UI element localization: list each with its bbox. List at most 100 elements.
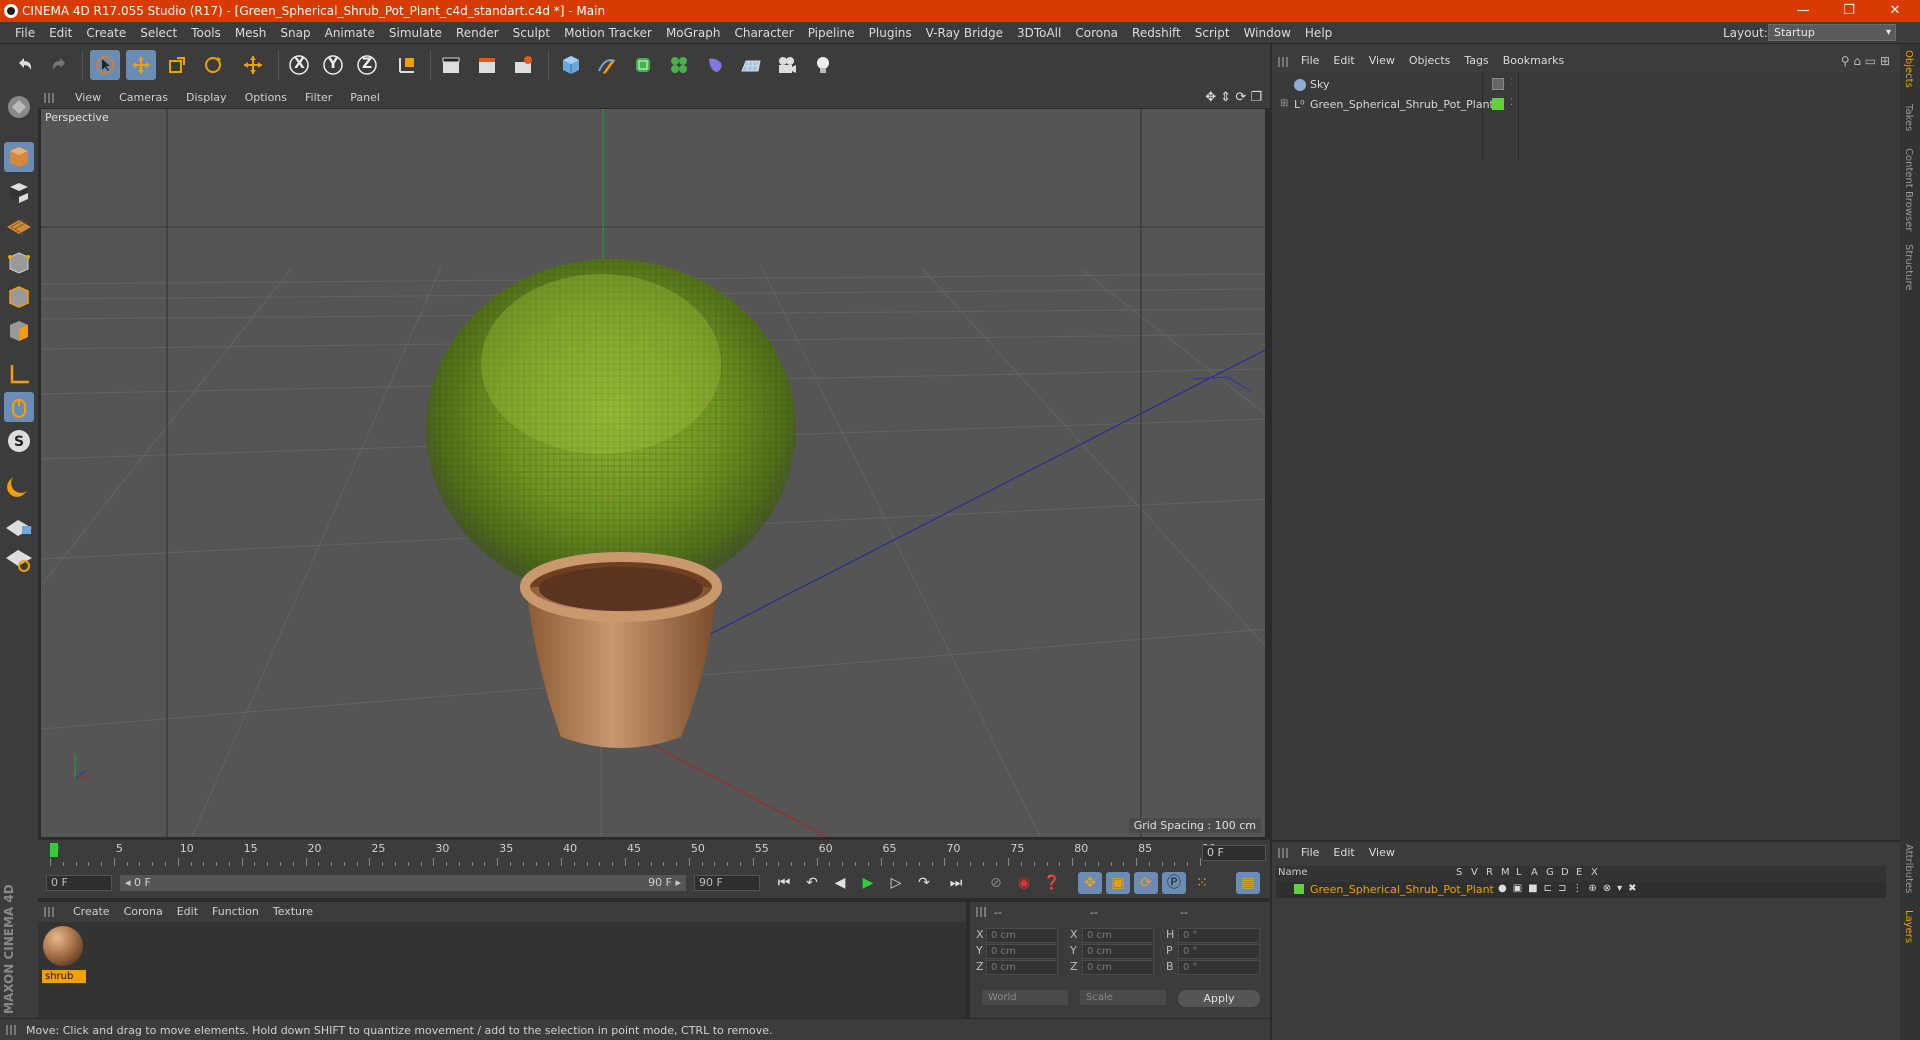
visibility-dots-icon[interactable]: ⁚ (1510, 78, 1513, 88)
key-parameter-button[interactable]: Ⓟ (1162, 872, 1186, 894)
viewport-menu-filter[interactable]: Filter (296, 91, 341, 104)
menu-window[interactable]: Window (1237, 26, 1298, 40)
menu-sculpt[interactable]: Sculpt (506, 26, 557, 40)
viewport-menu-cameras[interactable]: Cameras (110, 91, 177, 104)
3d-viewport[interactable]: Perspective Grid Spacing : 100 cm (40, 108, 1266, 838)
side-tab-attributes[interactable]: Attributes (1903, 844, 1914, 893)
menu-3dtoall[interactable]: 3DToAll (1010, 26, 1068, 40)
visibility-dots-icon[interactable]: ⁚ (1510, 98, 1513, 108)
layer-row[interactable]: Green_Spherical_Shrub_Pot_Plant ●▣■⊏⊐⋮⊕⊗… (1276, 882, 1886, 898)
menu-tools[interactable]: Tools (184, 26, 228, 40)
move-tool-button[interactable] (126, 50, 156, 80)
minimize-button[interactable]: — (1780, 0, 1826, 22)
size-y-field[interactable]: 0 cm (1082, 944, 1154, 959)
object-menu-bookmarks[interactable]: Bookmarks (1496, 54, 1571, 67)
object-menu-edit[interactable]: Edit (1326, 54, 1361, 67)
floor-button[interactable] (736, 50, 766, 80)
menu-select[interactable]: Select (133, 26, 184, 40)
axis-mode-button[interactable] (4, 360, 34, 390)
object-menu-objects[interactable]: Objects (1402, 54, 1458, 67)
render-view-button[interactable] (436, 50, 466, 80)
z-axis-button[interactable]: Z (352, 50, 382, 80)
viewport-menu-display[interactable]: Display (177, 91, 236, 104)
menu-v-ray-bridge[interactable]: V-Ray Bridge (919, 26, 1010, 40)
next-key-button[interactable]: ↷ (912, 872, 936, 894)
object-menu-tags[interactable]: Tags (1457, 54, 1495, 67)
viewport-menu-options[interactable]: Options (236, 91, 296, 104)
object-menu-view[interactable]: View (1362, 54, 1402, 67)
menu-animate[interactable]: Animate (318, 26, 382, 40)
key-position-button[interactable]: ✥ (1078, 872, 1102, 894)
size-x-field[interactable]: 0 cm (1082, 928, 1154, 943)
object-row-sky[interactable]: Sky ⁚ (1280, 76, 1880, 94)
camera-button[interactable] (772, 50, 802, 80)
live-selection-button[interactable] (90, 50, 120, 80)
rotation-p-field[interactable]: 0 ° (1178, 944, 1260, 959)
menu-pipeline[interactable]: Pipeline (801, 26, 862, 40)
start-frame-field[interactable]: 0 F (46, 875, 112, 891)
restore-button[interactable]: ❐ (1826, 0, 1872, 22)
auto-key-button[interactable]: ❓ (1040, 872, 1064, 894)
render-settings-button[interactable] (508, 50, 538, 80)
grid-snap-button[interactable] (4, 544, 34, 574)
y-axis-button[interactable]: Y (318, 50, 348, 80)
points-mode-button[interactable] (4, 248, 34, 278)
menu-mograph[interactable]: MoGraph (659, 26, 728, 40)
rotate-tool-button[interactable] (198, 50, 228, 80)
model-mode-button[interactable] (4, 142, 34, 172)
key-scale-button[interactable]: ▣ (1106, 872, 1130, 894)
current-frame-field[interactable]: 0 F (1202, 845, 1266, 861)
edges-mode-button[interactable] (4, 282, 34, 312)
layer-menu-edit[interactable]: Edit (1326, 846, 1361, 859)
position-y-field[interactable]: 0 cm (986, 944, 1058, 959)
material-menu-function[interactable]: Function (205, 905, 266, 918)
close-button[interactable]: ✕ (1872, 0, 1918, 22)
polygons-mode-button[interactable] (4, 316, 34, 346)
viewport-menu-view[interactable]: View (66, 91, 110, 104)
layout-select[interactable]: Startup (1768, 24, 1896, 41)
playhead-marker[interactable] (50, 843, 58, 857)
expand-plus-icon[interactable]: ⊞ (1280, 98, 1288, 109)
side-tab-content-browser[interactable]: Content Browser (1903, 148, 1914, 231)
material-swatch[interactable]: shrub (38, 922, 92, 988)
make-editable-button[interactable] (4, 92, 34, 122)
rotation-b-field[interactable]: 0 ° (1178, 960, 1260, 975)
frame-ruler[interactable]: 051015202530354045505560657075808590 (50, 842, 1216, 866)
position-z-field[interactable]: 0 cm (986, 960, 1058, 975)
menu-edit[interactable]: Edit (42, 26, 79, 40)
apply-button[interactable]: Apply (1178, 990, 1260, 1007)
timeline-window-button[interactable]: ▤ (1236, 872, 1260, 894)
menu-help[interactable]: Help (1298, 26, 1339, 40)
magnet-button[interactable] (4, 470, 34, 500)
material-menu-create[interactable]: Create (66, 905, 117, 918)
layer-menu-view[interactable]: View (1362, 846, 1402, 859)
layer-color-icon[interactable] (1294, 884, 1304, 894)
menu-corona[interactable]: Corona (1068, 26, 1125, 40)
menu-plugins[interactable]: Plugins (862, 26, 919, 40)
material-menu-corona[interactable]: Corona (117, 905, 170, 918)
menu-render[interactable]: Render (449, 26, 506, 40)
go-to-start-button[interactable]: ⏮ (772, 872, 796, 894)
coordinate-system-button[interactable] (392, 50, 422, 80)
go-to-end-button[interactable]: ⏭ (944, 872, 968, 894)
coordinate-mode-select[interactable]: World (982, 990, 1068, 1005)
position-x-field[interactable]: 0 cm (986, 928, 1058, 943)
redo-button[interactable] (44, 50, 74, 80)
undo-button[interactable] (10, 50, 40, 80)
scale-tool-button[interactable] (162, 50, 192, 80)
side-tab-layers[interactable]: Layers (1903, 910, 1914, 943)
locked-workplane-button[interactable] (4, 510, 34, 540)
menu-snap[interactable]: Snap (273, 26, 317, 40)
size-z-field[interactable]: 0 cm (1082, 960, 1154, 975)
size-mode-select[interactable]: Scale (1080, 990, 1166, 1005)
texture-mode-button[interactable] (4, 178, 34, 208)
menu-script[interactable]: Script (1188, 26, 1237, 40)
cube-object-button[interactable] (556, 50, 586, 80)
menu-simulate[interactable]: Simulate (382, 26, 449, 40)
previous-key-button[interactable]: ↶ (800, 872, 824, 894)
workplane-mode-button[interactable] (4, 210, 34, 240)
layer-color-icon[interactable] (1492, 98, 1504, 110)
menu-motion-tracker[interactable]: Motion Tracker (557, 26, 659, 40)
tweak-mode-button[interactable] (4, 392, 34, 422)
material-menu-edit[interactable]: Edit (170, 905, 205, 918)
